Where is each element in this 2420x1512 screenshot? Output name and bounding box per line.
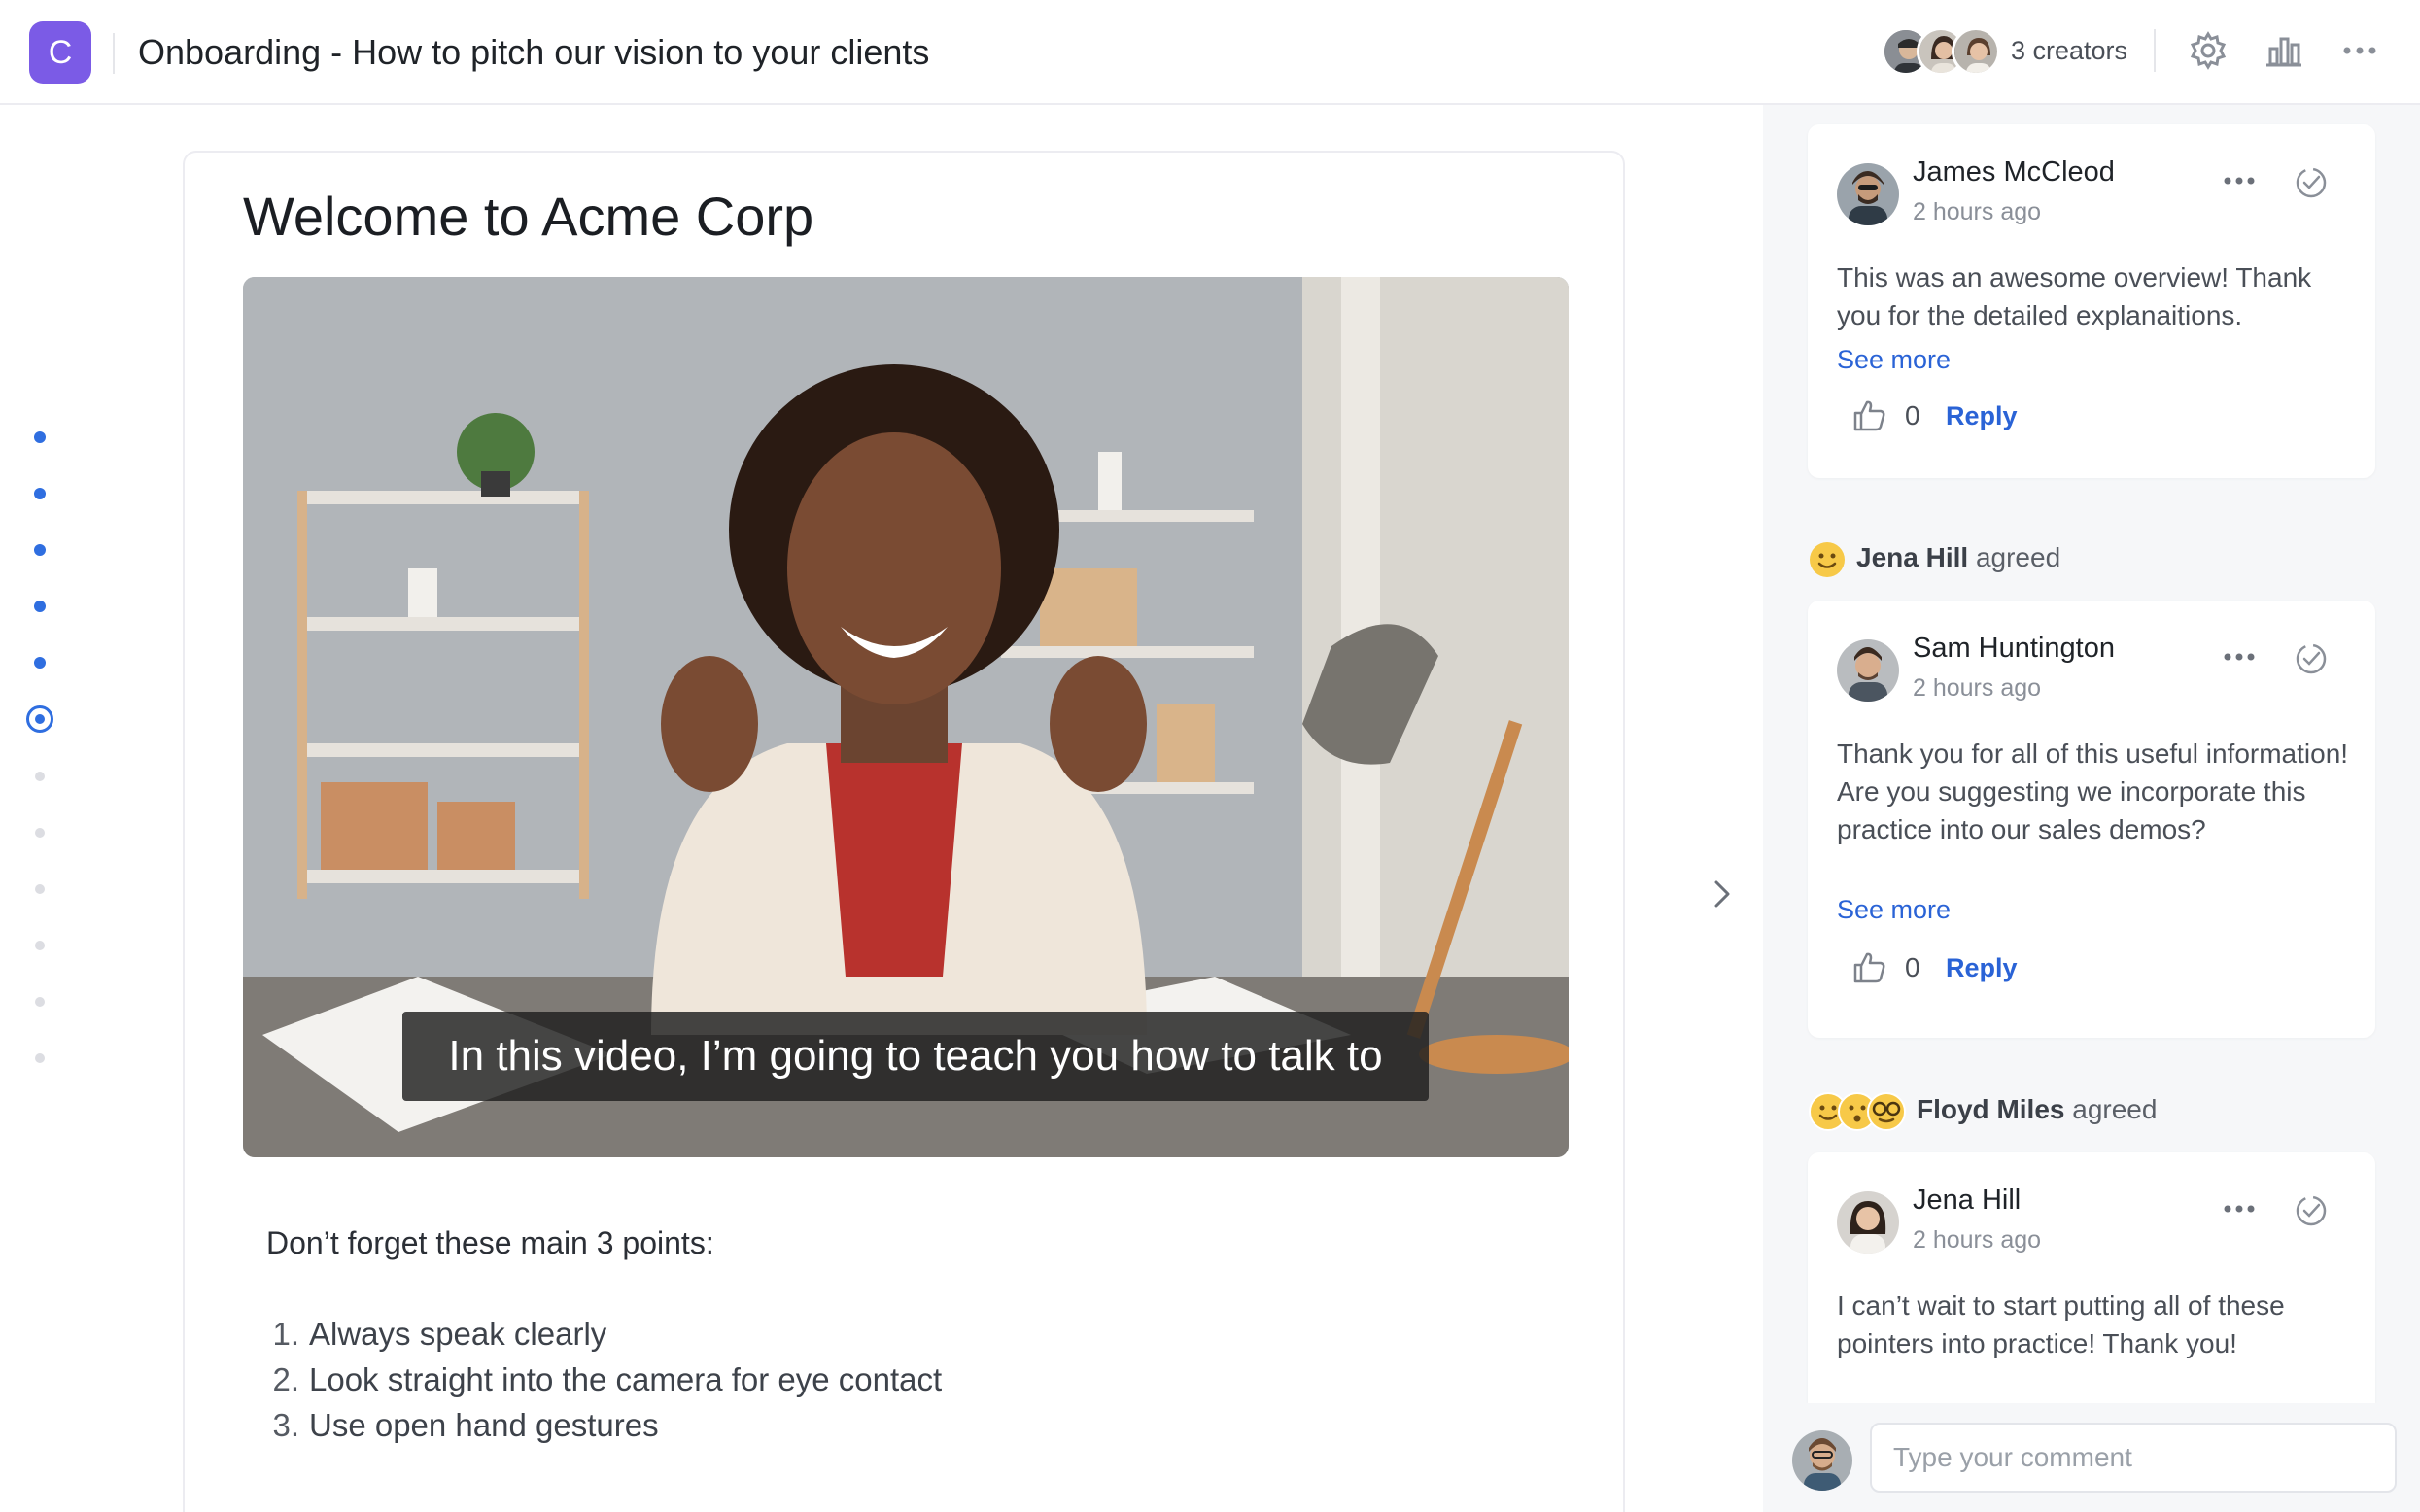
resolve-check-icon[interactable] [2294,165,2329,200]
header-divider [2154,29,2156,72]
content-card: Welcome to Acme Corp In this video, I’m … [183,151,1625,1512]
reply-button[interactable]: Reply [1946,950,2018,985]
list-item: 1. Always speak clearly [272,1316,607,1352]
comment-text: Thank you for all of this useful informa… [1837,739,2349,844]
nerd-emoji-icon [1867,1091,1906,1131]
thumbs-up-icon[interactable] [1850,396,1887,433]
comment-author[interactable]: James McCleod [1913,154,2115,190]
nav-dot-section-7[interactable] [35,772,45,781]
see-more-link[interactable]: See more [1837,342,1951,377]
reaction-emojis [1808,1091,1909,1132]
resolve-check-icon[interactable] [2294,1193,2329,1228]
creators-count: 3 creators [2011,36,2128,65]
page-title: Onboarding - How to pitch our vision to … [138,32,930,72]
more-options-icon[interactable] [2220,171,2259,190]
points-list: 1. Always speak clearly 2. Look straight i… [266,1311,942,1448]
nav-dot-section-5[interactable] [34,657,46,669]
comment-timestamp: 2 hours ago [1913,1226,2042,1254]
list-item: 3. Use open hand gestures [272,1407,659,1443]
avatar[interactable] [1837,1191,1899,1254]
comment-timestamp: 2 hours ago [1913,198,2042,225]
more-options-icon[interactable] [2220,647,2259,667]
comment-timestamp: 2 hours ago [1913,674,2042,702]
top-bar: C Onboarding - How to pitch our vision t… [0,0,2420,105]
comment-card: Jena Hill 2 hours ago I can’t wait to st… [1808,1152,2375,1403]
current-user-avatar [1792,1430,1852,1491]
comment-card: Sam Huntington 2 hours ago Thank you for… [1808,601,2375,1038]
analytics-chart-icon[interactable] [2263,29,2305,72]
resolve-check-icon[interactable] [2294,641,2329,676]
gear-icon[interactable] [2187,29,2230,72]
reply-button[interactable]: Reply [1946,398,2018,433]
more-options-icon[interactable] [2338,29,2381,72]
comment-text: I can’t wait to start putting all of the… [1837,1290,2285,1358]
workspace-logo[interactable]: C [29,21,91,84]
video-player[interactable]: In this video, I’m going to teach you ho… [243,277,1569,1157]
nav-dot-section-12[interactable] [35,1053,45,1063]
nav-dot-section-9[interactable] [35,884,45,894]
comment-author[interactable]: Jena Hill [1913,1182,2021,1219]
agreement-note: Jena Hill agreed [1808,536,2060,579]
nav-dot-section-8[interactable] [35,828,45,838]
video-caption: In this video, I’m going to teach you ho… [402,1012,1429,1101]
thumbs-up-icon[interactable] [1850,948,1887,985]
like-count: 0 [1905,952,1920,982]
comments-panel: James McCleod 2 hours ago This was an aw… [1763,105,2420,1512]
see-more-link[interactable]: See more [1837,892,1951,927]
creator-avatar [1952,27,2000,76]
agreement-note: Floyd Miles agreed [1808,1088,2157,1131]
section-heading: Welcome to Acme Corp [243,186,814,247]
chevron-right-icon[interactable] [1711,875,1734,913]
header-divider [113,33,115,74]
agreement-author[interactable]: Floyd Miles [1917,1094,2064,1124]
more-options-icon[interactable] [2220,1199,2259,1219]
creators-group[interactable]: 3 creators [1882,23,2154,78]
smiley-emoji-icon [1810,541,1845,577]
avatar[interactable] [1837,163,1899,225]
section-progress-nav [25,431,54,1092]
list-item: 2. Look straight into the camera for eye … [272,1361,943,1397]
comment-input[interactable] [1870,1423,2397,1493]
comment-author[interactable]: Sam Huntington [1913,630,2115,667]
comment-composer [1763,1403,2420,1512]
nav-dot-section-2[interactable] [34,488,46,499]
nav-dot-current-section[interactable] [26,705,53,733]
agreement-author[interactable]: Jena Hill [1856,542,1968,572]
points-heading: Don’t forget these main 3 points: [266,1225,714,1260]
like-count: 0 [1905,400,1920,430]
nav-dot-section-11[interactable] [35,997,45,1007]
comment-card: James McCleod 2 hours ago This was an aw… [1808,124,2375,478]
nav-dot-section-10[interactable] [35,941,45,950]
nav-dot-section-4[interactable] [34,601,46,612]
avatar[interactable] [1837,639,1899,702]
nav-dot-section-3[interactable] [34,544,46,556]
comment-text: This was an awesome overview! Thank you … [1837,262,2312,330]
nav-dot-section-1[interactable] [34,431,46,443]
